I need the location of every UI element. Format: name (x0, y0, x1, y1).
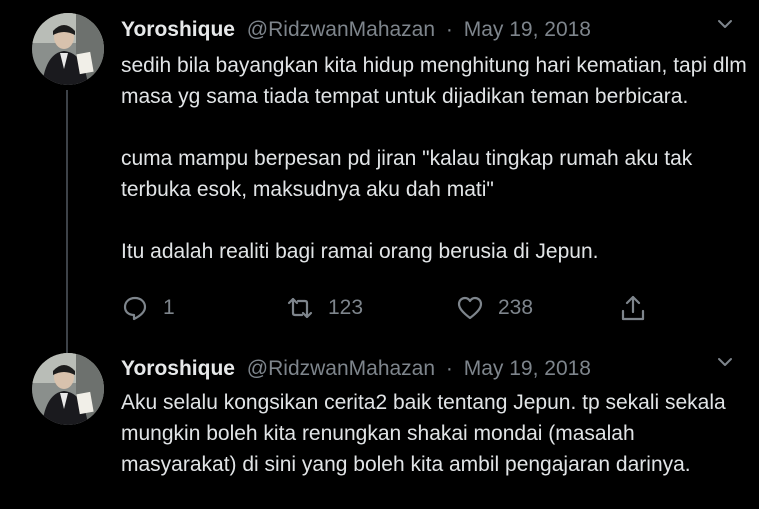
like-count: 238 (498, 296, 534, 319)
share-icon (621, 295, 645, 321)
tweet-header: Yoroshique @RidzwanMahazan · May 19, 201… (121, 16, 591, 44)
reply-icon (123, 296, 147, 321)
retweet-count: 123 (328, 296, 364, 319)
heart-icon (457, 296, 483, 320)
user-handle[interactable]: @RidzwanMahazan (247, 357, 435, 380)
tweet-paragraph: cuma mampu berpesan pd jiran "kalau ting… (121, 147, 693, 201)
display-name[interactable]: Yoroshique (121, 18, 235, 41)
reply-button[interactable]: 1 (121, 293, 175, 323)
avatar[interactable] (32, 13, 104, 85)
retweet-button[interactable]: 123 (286, 293, 363, 323)
chevron-down-icon (718, 358, 732, 366)
avatar-image (32, 13, 104, 85)
tweet-paragraph: Aku selalu kongsikan cerita2 baik tentan… (121, 391, 726, 476)
avatar[interactable] (32, 353, 104, 425)
user-handle[interactable]: @RidzwanMahazan (247, 18, 435, 41)
share-button[interactable] (619, 293, 647, 323)
display-name[interactable]: Yoroshique (121, 357, 235, 380)
tweet[interactable]: Yoroshique @RidzwanMahazan · May 19, 201… (0, 0, 759, 358)
tweet-date[interactable]: May 19, 2018 (464, 357, 591, 380)
more-options-button[interactable] (715, 14, 735, 34)
chevron-down-icon (718, 20, 732, 28)
reply-count: 1 (163, 296, 175, 319)
retweet-icon (287, 297, 313, 319)
tweet-text: sedih bila bayangkan kita hidup menghitu… (121, 50, 751, 267)
avatar-image (32, 353, 104, 425)
tweet-date[interactable]: May 19, 2018 (464, 18, 591, 41)
more-options-button[interactable] (715, 352, 735, 372)
tweet-paragraph: sedih bila bayangkan kita hidup menghitu… (121, 54, 747, 108)
tweet-feed: Yoroshique @RidzwanMahazan · May 19, 201… (0, 0, 759, 509)
tweet-actions: 1 123 238 (121, 293, 661, 323)
like-button[interactable]: 238 (456, 293, 533, 323)
separator-dot: · (445, 18, 453, 41)
tweet-text: Aku selalu kongsikan cerita2 baik tentan… (121, 387, 751, 480)
tweet-header: Yoroshique @RidzwanMahazan · May 19, 201… (121, 355, 591, 383)
tweet-paragraph: Itu adalah realiti bagi ramai orang beru… (121, 240, 599, 263)
thread-connector-line (66, 90, 68, 358)
separator-dot: · (445, 357, 453, 380)
tweet[interactable]: Yoroshique @RidzwanMahazan · May 19, 201… (0, 338, 759, 509)
